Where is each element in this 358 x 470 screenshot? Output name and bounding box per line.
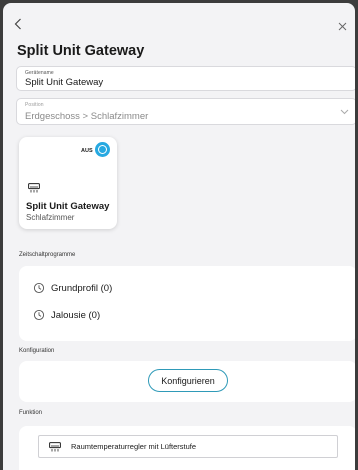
timer-item-grundprofil[interactable]: Grundprofil (0)	[33, 280, 112, 296]
device-name-value[interactable]: Split Unit Gateway	[25, 77, 103, 88]
configuration-box: Konfigurieren	[19, 361, 355, 402]
power-icon	[98, 145, 107, 154]
back-button[interactable]	[11, 17, 25, 31]
page-title: Split Unit Gateway	[17, 43, 145, 59]
device-card-title: Split Unit Gateway	[26, 201, 110, 212]
timer-item-jalousie[interactable]: Jalousie (0)	[33, 307, 100, 323]
configure-button[interactable]: Konfigurieren	[148, 369, 228, 392]
position-select[interactable]: Position Erdgeschoss > Schlafzimmer	[16, 98, 355, 125]
top-bar	[3, 3, 355, 41]
function-box: Raumtemperaturregler mit Lüfterstufe	[19, 426, 355, 470]
air-conditioner-icon	[28, 183, 40, 193]
function-section-label: Funktion	[19, 410, 43, 416]
chevron-left-icon	[14, 18, 21, 30]
timer-item-label: Grundprofil (0)	[51, 282, 113, 294]
clock-icon	[33, 309, 45, 321]
power-toggle[interactable]	[95, 142, 110, 157]
air-conditioner-icon	[49, 441, 61, 451]
device-card[interactable]: AUS Split Unit Gateway Schlafzimmer	[19, 137, 117, 229]
clock-icon	[33, 282, 45, 294]
close-button[interactable]	[335, 19, 349, 33]
device-card-room: Schlafzimmer	[26, 213, 75, 222]
device-name-label: Gerätename	[25, 70, 54, 76]
timer-item-label: Jalousie (0)	[51, 309, 101, 321]
position-value: Erdgeschoss > Schlafzimmer	[25, 111, 149, 122]
position-label: Position	[25, 102, 44, 108]
timers-box: Grundprofil (0) Jalousie (0)	[19, 266, 355, 341]
function-item[interactable]: Raumtemperaturregler mit Lüfterstufe	[38, 435, 338, 458]
device-settings-panel: Split Unit Gateway Gerätename Split Unit…	[3, 3, 355, 470]
configuration-section-label: Konfiguration	[19, 348, 55, 354]
state-badge: AUS	[81, 148, 93, 154]
function-item-label: Raumtemperaturregler mit Lüfterstufe	[71, 442, 197, 451]
timers-section-label: Zeitschaltprogramme	[19, 252, 76, 258]
chevron-down-icon	[340, 109, 349, 115]
close-icon	[338, 22, 346, 30]
device-name-field[interactable]: Gerätename Split Unit Gateway	[16, 66, 355, 91]
